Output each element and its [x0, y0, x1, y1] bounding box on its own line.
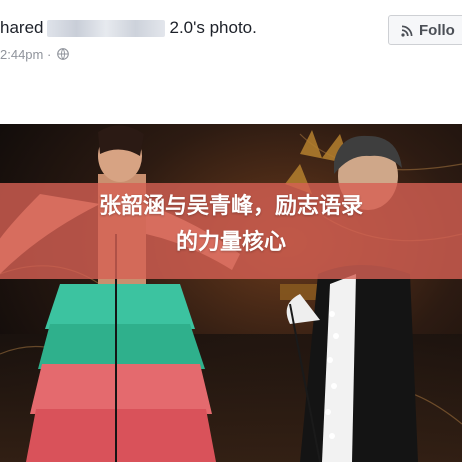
caption-line-1: 张韶涵与吴青峰，励志语录 [98, 193, 363, 218]
photo-caption: 张韶涵与吴青峰，励志语录 的力量核心 [0, 188, 462, 260]
shared-prefix-text: hared [0, 18, 44, 37]
post-header: hared 2.0's photo. 2:44pm · Follo [0, 0, 462, 124]
follow-label: Follo [419, 22, 455, 39]
rss-icon [401, 24, 413, 41]
shared-photo-line: hared 2.0's photo. [0, 18, 257, 38]
stage-photo-illustration [0, 124, 462, 462]
post-meta: 2:44pm · [0, 47, 69, 63]
follow-button[interactable]: Follo [388, 15, 462, 45]
post-timestamp[interactable]: 2:44pm [0, 47, 43, 62]
meta-separator: · [47, 47, 52, 62]
globe-icon [57, 48, 69, 63]
blurred-name [47, 20, 166, 38]
caption-line-2: 的力量核心 [175, 229, 286, 254]
shared-photo-link[interactable]: 2.0's photo. [169, 18, 256, 37]
post-photo[interactable] [0, 124, 462, 462]
